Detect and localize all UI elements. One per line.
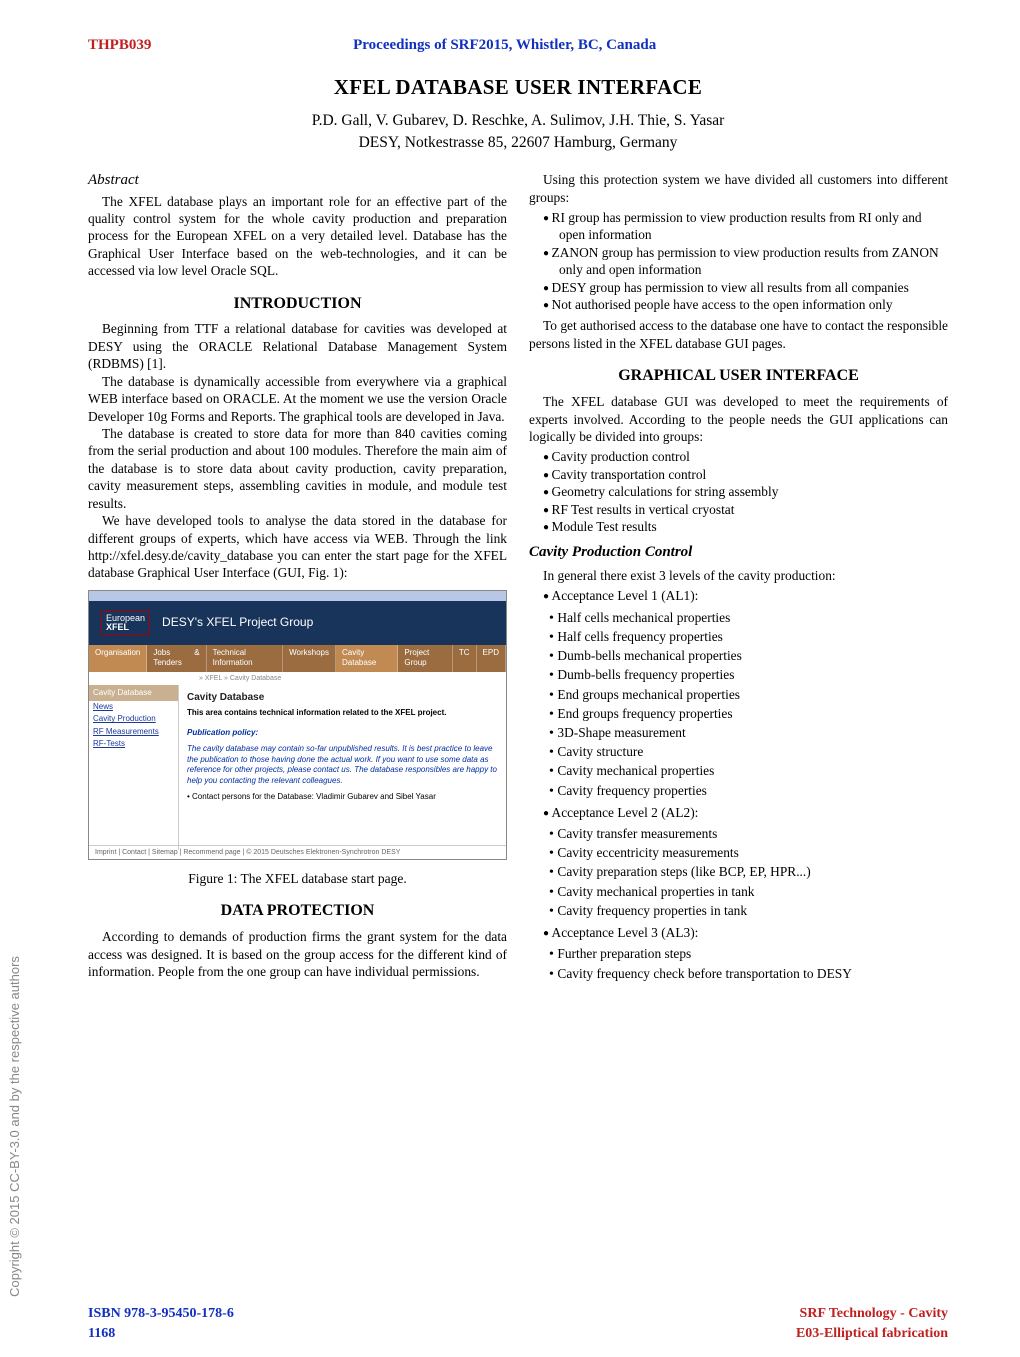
gui-p1: The XFEL database GUI was developed to m… [529,393,948,445]
list-item: ZANON group has permission to view produ… [559,244,948,279]
dp-group-list: RI group has permission to view producti… [529,209,948,314]
tab-tc[interactable]: TC [453,645,477,672]
al3-items: Further preparation steps Cavity frequen… [529,945,948,983]
tab-project-group[interactable]: Project Group [398,645,453,672]
al1-label: Acceptance Level 1 (AL1): [559,587,948,604]
contact-line: • Contact persons for the Database: Vlad… [187,792,498,802]
list-item: Cavity structure [571,743,948,762]
tab-jobs[interactable]: Jobs & Tenders [147,645,206,672]
list-item: Further preparation steps [571,945,948,964]
figure-1-screenshot: European XFEL DESY's XFEL Project Group … [88,590,507,860]
list-item: Not authorised people have access to the… [559,296,948,313]
subsection-cavity-production-control: Cavity Production Control [529,543,948,563]
paper-title: XFEL DATABASE USER INTERFACE [88,74,948,101]
copyright-sidebar: Copyright © 2015 CC-BY-3.0 and by the re… [7,956,24,1297]
list-item: End groups frequency properties [571,705,948,724]
list-item: DESY group has permission to view all re… [559,279,948,296]
list-item: Half cells mechanical properties [571,609,948,628]
tab-cavity-database[interactable]: Cavity Database [336,645,398,672]
sidebar-item-cavity-production[interactable]: Cavity Production [89,713,178,725]
section-gui: GRAPHICAL USER INTERFACE [529,366,948,387]
al1-items: Half cells mechanical properties Half ce… [529,609,948,801]
footer-row-2: 1168 E03-Elliptical fabrication [88,1325,948,1343]
intro-p3: The database is created to store data fo… [88,425,507,512]
proceedings-title: Proceedings of SRF2015, Whistler, BC, Ca… [151,36,858,56]
list-item: Cavity transportation control [559,466,948,483]
al3-block: Acceptance Level 3 (AL3): [529,924,948,941]
list-item: Cavity frequency properties in tank [571,902,948,921]
cpc-p1: In general there exist 3 levels of the c… [529,567,948,584]
footer-row-1: ISBN 978-3-95450-178-6 SRF Technology - … [88,1305,948,1323]
figure-1: European XFEL DESY's XFEL Project Group … [88,590,507,888]
author-list: P.D. Gall, V. Gubarev, D. Reschke, A. Su… [88,111,948,131]
list-item: RF Test results in vertical cryostat [559,501,948,518]
policy-label: Publication policy: [187,728,498,738]
tab-organisation[interactable]: Organisation [89,645,147,672]
abstract-text: The XFEL database plays an important rol… [88,193,507,280]
list-item: Cavity frequency check before transporta… [571,965,948,984]
list-item: Dumb-bells mechanical properties [571,647,948,666]
list-item: Cavity transfer measurements [571,825,948,844]
nav-tabs: Organisation Jobs & Tenders Technical In… [89,645,506,672]
list-item: Cavity frequency properties [571,782,948,801]
gui-group-list: Cavity production control Cavity transpo… [529,448,948,535]
section-data-protection: DATA PROTECTION [88,901,507,922]
paper-code: THPB039 [88,36,151,56]
list-item: Module Test results [559,518,948,535]
track-subcategory: E03-Elliptical fabrication [796,1325,948,1343]
dp-p2: Using this protection system we have div… [529,171,948,206]
intro-p2: The database is dynamically accessible f… [88,373,507,425]
content-title: Cavity Database [187,691,498,704]
list-item: End groups mechanical properties [571,686,948,705]
list-item: Cavity production control [559,448,948,465]
content-subtitle: This area contains technical information… [187,708,498,718]
al1-block: Acceptance Level 1 (AL1): [529,587,948,604]
intro-p1: Beginning from TTF a relational database… [88,320,507,372]
tab-workshops[interactable]: Workshops [283,645,336,672]
list-item: Cavity preparation steps (like BCP, EP, … [571,863,948,882]
section-introduction: INTRODUCTION [88,294,507,315]
figure-1-caption: Figure 1: The XFEL database start page. [88,870,507,888]
list-item: Cavity mechanical properties in tank [571,883,948,902]
content-main: Cavity Database This area contains techn… [179,685,506,850]
list-item: 3D-Shape measurement [571,724,948,743]
track-category: SRF Technology - Cavity [800,1305,948,1323]
screenshot-footer: Imprint | Contact | Sitemap | Recommend … [89,845,506,859]
policy-text: The cavity database may contain so-far u… [187,744,498,786]
affiliation: DESY, Notkestrasse 85, 22607 Hamburg, Ge… [88,133,948,153]
breadcrumb: » XFEL » Cavity Database [89,672,506,685]
al2-items: Cavity transfer measurements Cavity ecce… [529,825,948,921]
list-item: Half cells frequency properties [571,628,948,647]
page-number: 1168 [88,1325,115,1343]
tab-epd[interactable]: EPD [477,645,506,672]
isbn: ISBN 978-3-95450-178-6 [88,1305,234,1323]
list-item: Dumb-bells frequency properties [571,666,948,685]
intro-p4: We have developed tools to analyse the d… [88,512,507,582]
al3-label: Acceptance Level 3 (AL3): [559,924,948,941]
dp-p1: According to demands of production firms… [88,928,507,980]
sidebar-heading: Cavity Database [89,685,178,701]
list-item: Cavity eccentricity measurements [571,844,948,863]
sidebar: Cavity Database News Cavity Production R… [89,685,179,850]
sidebar-item-news[interactable]: News [89,701,178,713]
sidebar-item-rf-measurements[interactable]: RF Measurements [89,726,178,738]
list-item: Geometry calculations for string assembl… [559,483,948,500]
dp-p3: To get authorised access to the database… [529,317,948,352]
list-item: RI group has permission to view producti… [559,209,948,244]
tab-technical[interactable]: Technical Information [207,645,284,672]
al2-block: Acceptance Level 2 (AL2): [529,804,948,821]
sidebar-item-rf-tests[interactable]: RF-Tests [89,738,178,750]
xfel-logo: European XFEL [101,611,150,635]
abstract-heading: Abstract [88,171,507,191]
two-column-body: Abstract The XFEL database plays an impo… [88,171,948,984]
al2-label: Acceptance Level 2 (AL2): [559,804,948,821]
list-item: Cavity mechanical properties [571,762,948,781]
banner-title: DESY's XFEL Project Group [162,615,313,631]
running-header: THPB039 Proceedings of SRF2015, Whistler… [88,36,948,56]
